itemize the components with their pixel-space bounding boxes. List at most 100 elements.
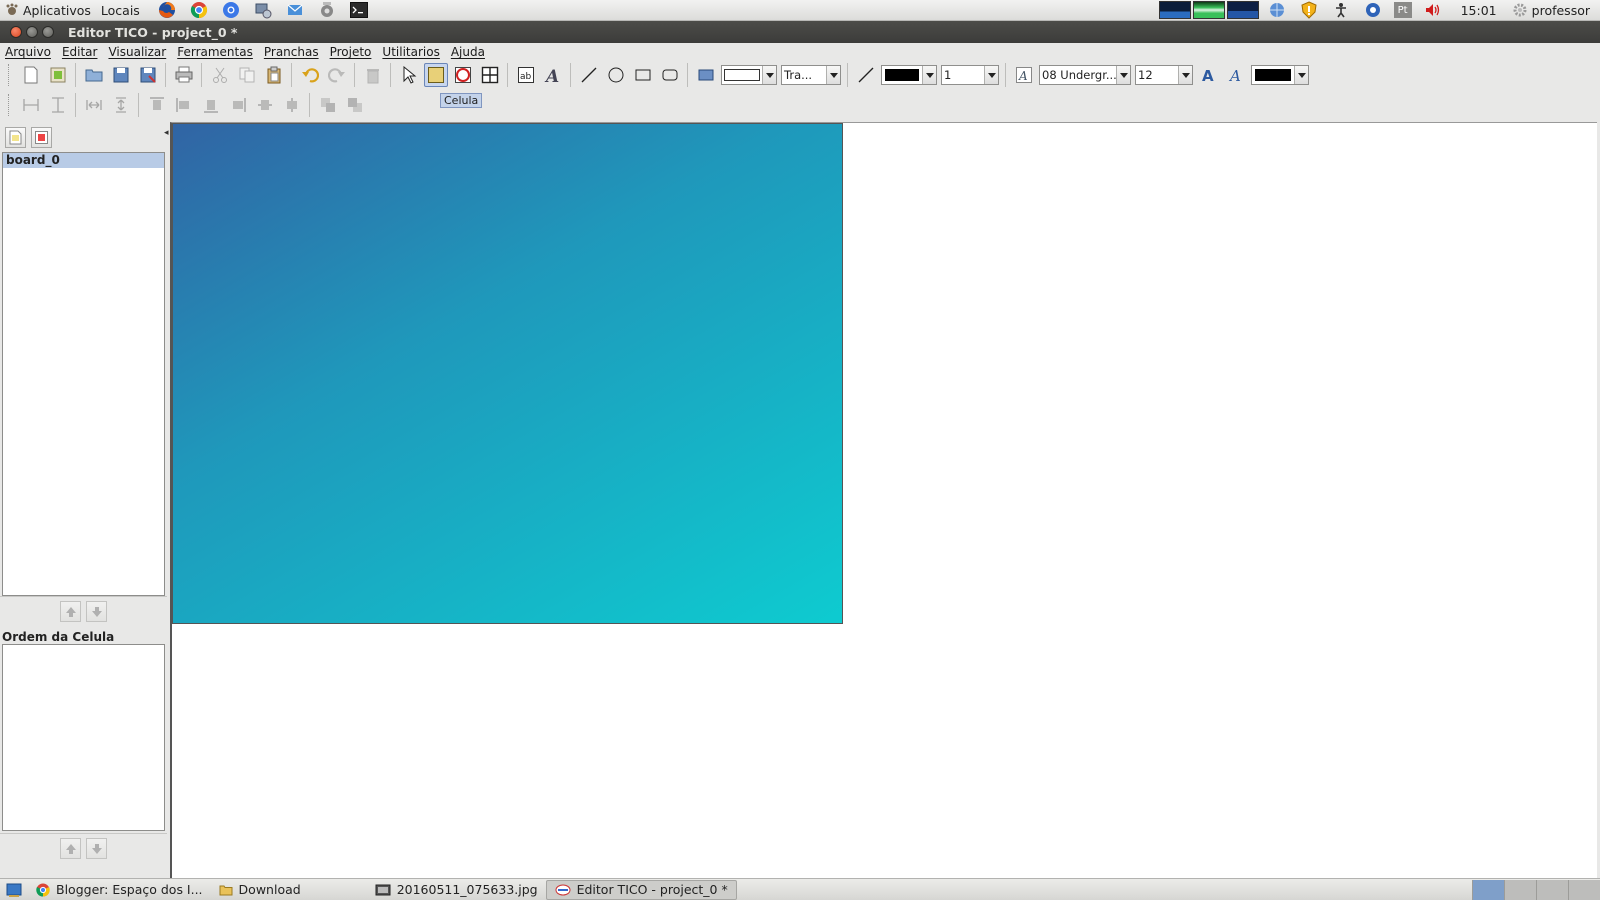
mail-icon[interactable]	[284, 1, 306, 19]
distribute-horizontal-button[interactable]	[82, 93, 106, 117]
controller-cell-tool-button[interactable]	[451, 63, 475, 87]
toolbar-grip[interactable]	[8, 64, 12, 86]
taskbar-item-image[interactable]: 20160511_075633.jpg	[367, 880, 546, 900]
menu-pranchas[interactable]: Pranchas	[264, 45, 319, 59]
open-button[interactable]	[82, 63, 106, 87]
bring-to-front-button[interactable]	[316, 93, 340, 117]
text-color-combo[interactable]	[1251, 65, 1309, 85]
boards-list[interactable]: board_0	[2, 152, 165, 596]
browser-status-icon[interactable]	[1362, 1, 1384, 19]
line-width-dropdown[interactable]	[984, 66, 998, 84]
font-size-dropdown[interactable]	[1178, 66, 1192, 84]
list-item[interactable]: board_0	[3, 153, 164, 168]
collapse-panel-handle[interactable]: ◂	[164, 128, 169, 138]
same-width-button[interactable]	[19, 93, 43, 117]
taskbar-item-download[interactable]: Download	[211, 880, 309, 900]
taskbar-item-editor-tico[interactable]: Editor TICO - project_0 *	[545, 879, 737, 900]
workspace-3[interactable]	[1536, 879, 1568, 900]
new-project-button[interactable]	[19, 63, 43, 87]
align-right-button[interactable]	[226, 93, 250, 117]
delete-button[interactable]	[361, 63, 385, 87]
menu-projeto[interactable]: Projeto	[330, 45, 372, 59]
taskbar-item-blogger[interactable]: Blogger: Espaço dos I...	[28, 880, 211, 900]
line-tool-button[interactable]	[577, 63, 601, 87]
text-area-tool-button[interactable]: ab	[514, 63, 538, 87]
show-desktop-button[interactable]	[0, 880, 28, 900]
fill-color-combo[interactable]	[721, 65, 777, 85]
select-tool-button[interactable]	[397, 63, 421, 87]
align-bottom-button[interactable]	[199, 93, 223, 117]
board-canvas-area[interactable]	[170, 122, 1597, 878]
chrome-icon[interactable]	[188, 1, 210, 19]
workspace-1[interactable]	[1472, 879, 1504, 900]
same-height-button[interactable]	[46, 93, 70, 117]
font-name-dropdown[interactable]	[1116, 66, 1130, 84]
move-board-up-button[interactable]	[60, 601, 81, 622]
maximize-window-button[interactable]	[42, 26, 54, 38]
new-board-panel-button[interactable]	[5, 126, 26, 148]
menu-utilitarios[interactable]: Utilitarios	[382, 45, 439, 59]
copy-button[interactable]	[235, 63, 259, 87]
applications-menu[interactable]: Aplicativos	[0, 0, 96, 21]
text-color-dropdown[interactable]	[1294, 66, 1308, 84]
save-as-button[interactable]	[136, 63, 160, 87]
move-board-down-button[interactable]	[86, 601, 107, 622]
minimize-window-button[interactable]	[26, 26, 38, 38]
font-name-select[interactable]: 08 Undergr...	[1039, 65, 1131, 85]
undo-button[interactable]	[298, 63, 322, 87]
window-titlebar[interactable]: Editor TICO - project_0 *	[0, 21, 1600, 43]
menu-arquivo[interactable]: Arquivo	[5, 45, 51, 59]
font-size-select[interactable]: 12	[1135, 65, 1193, 85]
align-left-button[interactable]	[172, 93, 196, 117]
fill-color-button[interactable]	[694, 63, 718, 87]
align-top-button[interactable]	[145, 93, 169, 117]
line-color-button[interactable]	[854, 63, 878, 87]
clock[interactable]: 15:01	[1449, 3, 1509, 18]
delete-board-button[interactable]	[31, 126, 52, 148]
toolbar-grip[interactable]	[8, 94, 12, 116]
rounded-rectangle-tool-button[interactable]	[658, 63, 682, 87]
update-icon[interactable]	[316, 1, 338, 19]
places-menu[interactable]: Locais	[96, 0, 145, 21]
close-window-button[interactable]	[10, 26, 22, 38]
board-canvas[interactable]	[172, 123, 843, 624]
menu-ferramentas[interactable]: Ferramentas	[177, 45, 253, 59]
fill-mode-dropdown[interactable]	[826, 66, 840, 84]
menu-ajuda[interactable]: Ajuda	[451, 45, 485, 59]
accessibility-icon[interactable]	[1330, 1, 1352, 19]
keyboard-layout-indicator[interactable]: Pt	[1393, 2, 1412, 18]
workspace-4[interactable]	[1568, 879, 1600, 900]
print-button[interactable]	[172, 63, 196, 87]
line-color-combo[interactable]	[881, 65, 937, 85]
text-tool-button[interactable]: A	[541, 63, 565, 87]
volume-icon[interactable]	[1422, 1, 1444, 19]
align-center-horizontal-button[interactable]	[280, 93, 304, 117]
network-settings-icon[interactable]	[252, 1, 274, 19]
align-center-vertical-button[interactable]	[253, 93, 277, 117]
new-board-button[interactable]	[46, 63, 70, 87]
user-menu[interactable]: professor	[1509, 3, 1600, 18]
save-button[interactable]	[109, 63, 133, 87]
network-icon[interactable]	[1266, 1, 1288, 19]
menu-editar[interactable]: Editar	[62, 45, 98, 59]
fill-color-dropdown[interactable]	[762, 66, 776, 84]
cut-button[interactable]	[208, 63, 232, 87]
redo-button[interactable]	[325, 63, 349, 87]
italic-button[interactable]: A	[1224, 63, 1248, 87]
fill-mode-select[interactable]: Tra...	[781, 65, 841, 85]
cell-tool-button[interactable]	[423, 63, 448, 87]
rectangle-tool-button[interactable]	[631, 63, 655, 87]
move-cell-down-button[interactable]	[86, 838, 107, 859]
ellipse-tool-button[interactable]	[604, 63, 628, 87]
terminal-icon[interactable]	[348, 1, 370, 19]
line-width-select[interactable]: 1	[941, 65, 999, 85]
grid-tool-button[interactable]	[478, 63, 502, 87]
distribute-vertical-button[interactable]	[109, 93, 133, 117]
font-button[interactable]: A	[1012, 63, 1036, 87]
line-color-dropdown[interactable]	[922, 66, 936, 84]
cell-order-list[interactable]	[2, 644, 165, 831]
menu-visualizar[interactable]: Visualizar	[108, 45, 166, 59]
paste-button[interactable]	[262, 63, 286, 87]
shield-icon[interactable]	[1298, 1, 1320, 19]
workspace-2[interactable]	[1504, 879, 1536, 900]
